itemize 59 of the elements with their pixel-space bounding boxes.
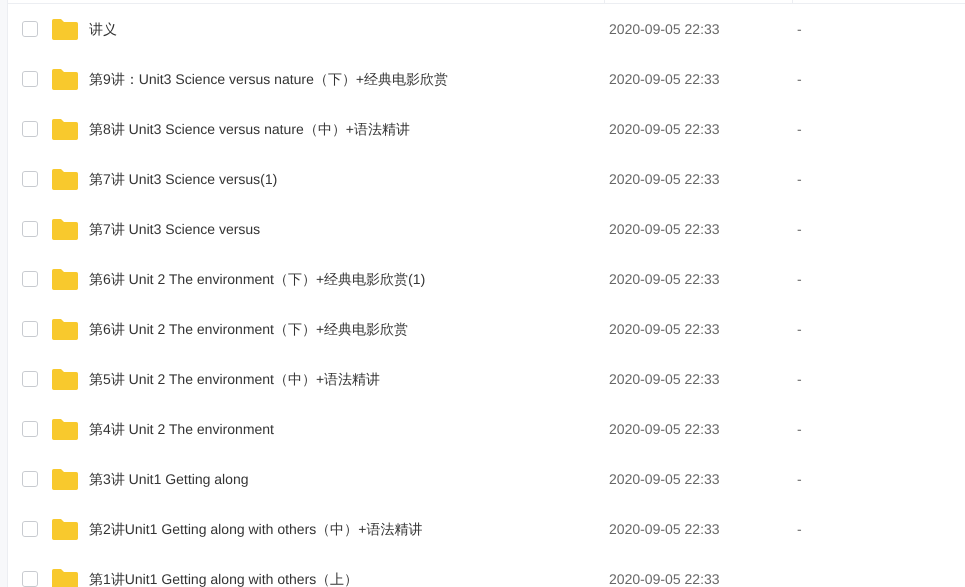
folder-icon: [52, 468, 78, 490]
file-size: -: [797, 70, 802, 88]
modified-time: 2020-09-05 22:33: [609, 570, 721, 587]
checkbox[interactable]: [22, 221, 38, 237]
folder-icon: [52, 118, 78, 140]
folder-icon: [52, 568, 78, 587]
folder-icon: [52, 268, 78, 290]
folder-icon: [52, 18, 78, 40]
modified-time: 2020-09-05 22:33: [609, 170, 721, 188]
folder-name[interactable]: 第6讲 Unit 2 The environment（下）+经典电影欣赏: [89, 318, 589, 340]
folder-name[interactable]: 第6讲 Unit 2 The environment（下）+经典电影欣赏(1): [89, 268, 589, 290]
modified-time: 2020-09-05 22:33: [609, 470, 721, 488]
modified-time: 2020-09-05 22:33: [609, 520, 721, 538]
modified-time: 2020-09-05 22:33: [609, 370, 721, 388]
checkbox[interactable]: [22, 371, 38, 387]
folder-name[interactable]: 第5讲 Unit 2 The environment（中）+语法精讲: [89, 368, 589, 390]
folder-icon: [52, 518, 78, 540]
folder-icon: [52, 68, 78, 90]
folder-icon: [52, 368, 78, 390]
modified-time: 2020-09-05 22:33: [609, 270, 721, 288]
folder-name[interactable]: 第7讲 Unit3 Science versus(1): [89, 168, 589, 190]
folder-name[interactable]: 第3讲 Unit1 Getting along: [89, 468, 589, 490]
folder-name[interactable]: 第4讲 Unit 2 The environment: [89, 418, 589, 440]
modified-time: 2020-09-05 22:33: [609, 420, 721, 438]
file-size: -: [797, 20, 802, 38]
checkbox[interactable]: [22, 121, 38, 137]
file-size: -: [797, 470, 802, 488]
checkbox[interactable]: [22, 171, 38, 187]
checkbox[interactable]: [22, 421, 38, 437]
file-size: -: [797, 170, 802, 188]
checkbox[interactable]: [22, 271, 38, 287]
file-size: -: [797, 220, 802, 238]
checkbox[interactable]: [22, 21, 38, 37]
modified-time: 2020-09-05 22:33: [609, 220, 721, 238]
modified-time: 2020-09-05 22:33: [609, 320, 721, 338]
file-size: -: [797, 270, 802, 288]
file-size: -: [797, 420, 802, 438]
file-size: -: [797, 120, 802, 138]
checkbox[interactable]: [22, 521, 38, 537]
file-size: -: [797, 520, 802, 538]
checkbox[interactable]: [22, 571, 38, 587]
folder-name[interactable]: 讲义: [89, 18, 589, 40]
modified-time: 2020-09-05 22:33: [609, 20, 721, 38]
modified-time: 2020-09-05 22:33: [609, 120, 721, 138]
file-size: -: [797, 370, 802, 388]
folder-icon: [52, 318, 78, 340]
folder-icon: [52, 418, 78, 440]
folder-name[interactable]: 第7讲 Unit3 Science versus: [89, 218, 589, 240]
checkbox[interactable]: [22, 321, 38, 337]
folder-name[interactable]: 第9讲：Unit3 Science versus nature（下）+经典电影欣赏: [89, 68, 589, 90]
folder-icon: [52, 218, 78, 240]
file-size: -: [797, 320, 802, 338]
folder-name[interactable]: 第2讲Unit1 Getting along with others（中）+语法精讲: [89, 518, 589, 540]
folder-name[interactable]: 第1讲Unit1 Getting along with others（上）: [89, 568, 589, 587]
checkbox[interactable]: [22, 471, 38, 487]
folder-name[interactable]: 第8讲 Unit3 Science versus nature（中）+语法精讲: [89, 118, 589, 140]
modified-time: 2020-09-05 22:33: [609, 70, 721, 88]
checkbox[interactable]: [22, 71, 38, 87]
folder-icon: [52, 168, 78, 190]
